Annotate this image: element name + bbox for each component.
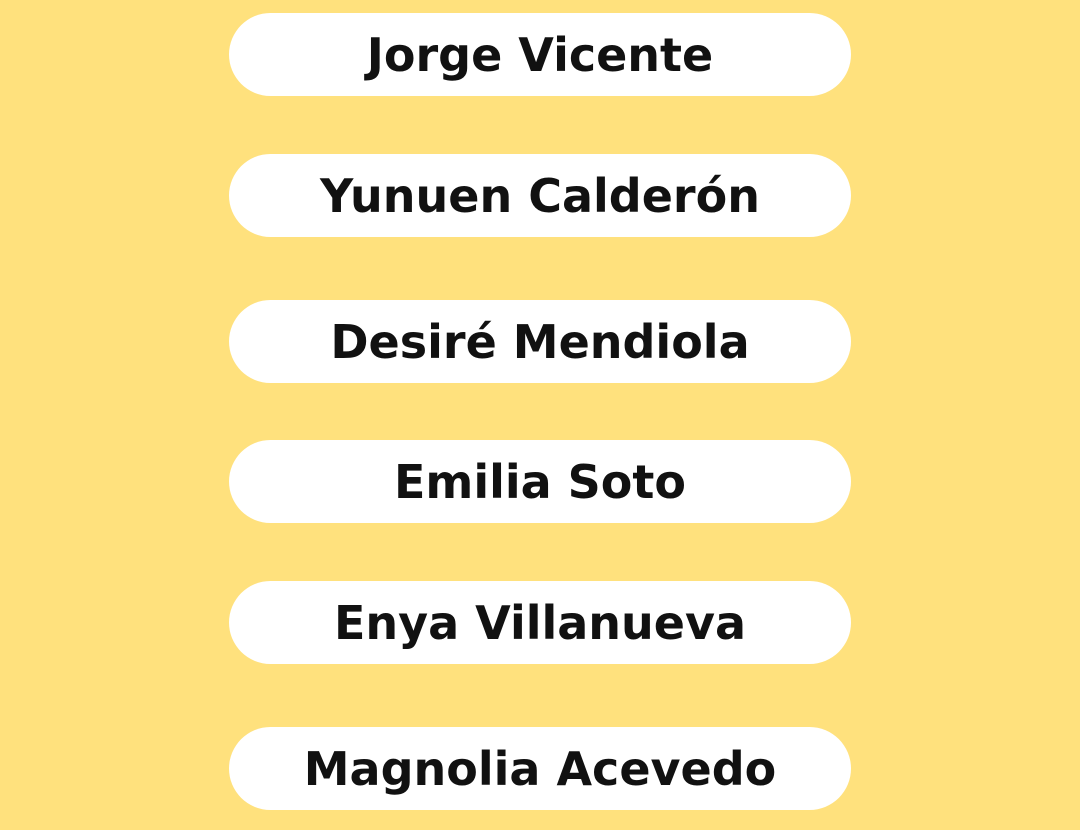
name-item: Magnolia Acevedo [229,727,851,810]
name-label: Magnolia Acevedo [303,741,777,796]
name-label: Yunuen Calderón [320,168,760,223]
name-label: Desiré Mendiola [330,314,750,369]
name-label: Emilia Soto [393,454,687,509]
name-list: Jorge Vicente Yunuen Calderón Desiré Men… [0,0,1080,830]
name-label: Enya Villanueva [333,595,747,650]
name-label: Jorge Vicente [366,27,714,82]
name-item: Emilia Soto [229,440,851,523]
name-item: Yunuen Calderón [229,154,851,237]
name-item: Desiré Mendiola [229,300,851,383]
name-item: Jorge Vicente [229,13,851,96]
name-item: Enya Villanueva [229,581,851,664]
